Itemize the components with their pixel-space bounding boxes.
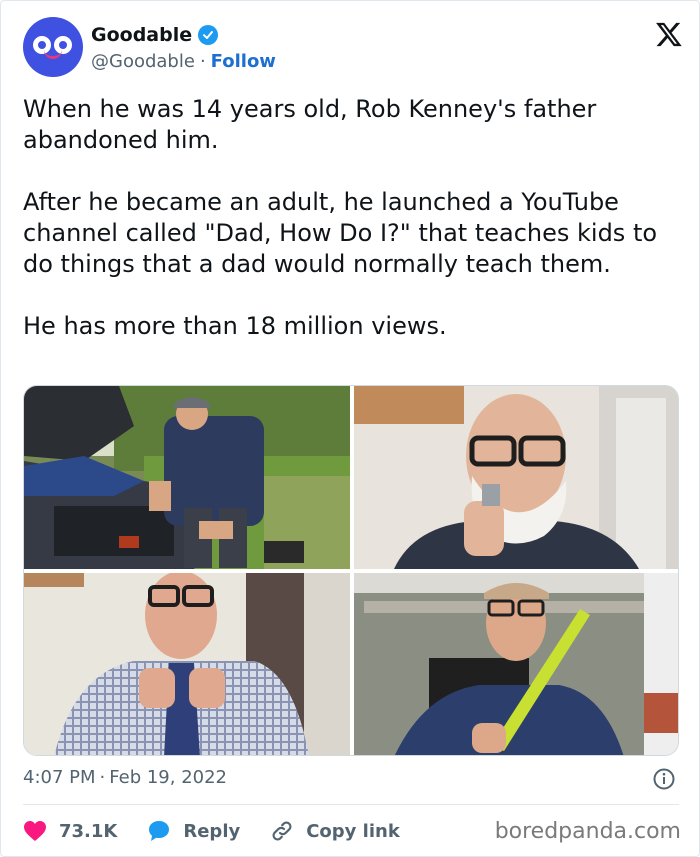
tweet-actions: 73.1K Reply Copy link xyxy=(23,816,430,846)
link-icon xyxy=(272,821,292,841)
tweet-header: Goodable @Goodable · Follow xyxy=(23,17,683,79)
avatar[interactable] xyxy=(23,17,83,77)
media-grid xyxy=(23,385,679,756)
reply-label: Reply xyxy=(183,820,241,842)
tweet-paragraph: After he became an adult, he launched a … xyxy=(23,188,658,278)
copy-link-button[interactable]: Copy link xyxy=(270,819,400,843)
divider xyxy=(23,804,679,805)
tweet-paragraph: When he was 14 years old, Rob Kenney's f… xyxy=(23,95,597,154)
author-handle-row: @Goodable · Follow xyxy=(91,51,276,72)
x-logo-icon[interactable] xyxy=(655,20,683,48)
copy-link-label: Copy link xyxy=(306,820,400,842)
tweet-paragraph: He has more than 18 million views. xyxy=(23,312,447,340)
tweet-date: Feb 19, 2022 xyxy=(109,767,228,788)
follow-link[interactable]: Follow xyxy=(211,51,276,72)
man-shaving-photo[interactable] xyxy=(354,386,678,569)
tweet-card: Goodable @Goodable · Follow When he was … xyxy=(0,0,700,857)
info-icon[interactable] xyxy=(652,767,676,791)
like-count: 73.1K xyxy=(59,820,118,842)
reply-button[interactable]: Reply xyxy=(147,819,240,843)
man-holding-level-photo[interactable] xyxy=(354,573,678,755)
author-display-name[interactable]: Goodable xyxy=(91,24,192,46)
man-tying-tie-photo[interactable] xyxy=(24,573,350,755)
like-button[interactable]: 73.1K xyxy=(23,820,117,842)
author-name-row: Goodable xyxy=(91,24,219,46)
tweet-text: When he was 14 years old, Rob Kenney's f… xyxy=(23,94,683,373)
time-separator: · xyxy=(99,767,106,788)
handle-separator: · xyxy=(199,51,206,72)
reply-bubble-icon xyxy=(149,821,170,841)
goodable-logo-icon xyxy=(31,32,75,62)
man-fixing-car-engine-photo[interactable] xyxy=(24,386,350,569)
tweet-time: 4:07 PM xyxy=(23,767,96,788)
tweet-timestamp[interactable]: 4:07 PM · Feb 19, 2022 xyxy=(23,767,227,788)
watermark: boredpanda.com xyxy=(494,819,681,844)
heart-icon xyxy=(24,821,46,841)
verified-badge-icon xyxy=(198,25,219,45)
author-handle[interactable]: @Goodable xyxy=(91,51,195,72)
